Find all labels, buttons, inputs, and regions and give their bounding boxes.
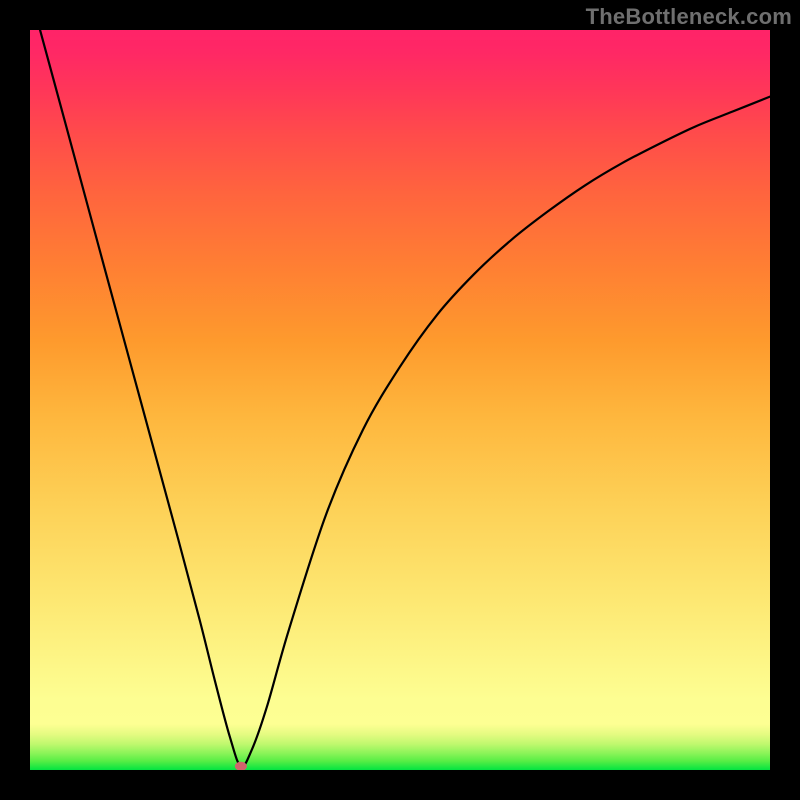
curve-svg [30,30,770,770]
plot-area [30,30,770,770]
bottleneck-curve [30,30,770,767]
watermark-text: TheBottleneck.com [586,4,792,30]
chart-container: TheBottleneck.com [0,0,800,800]
